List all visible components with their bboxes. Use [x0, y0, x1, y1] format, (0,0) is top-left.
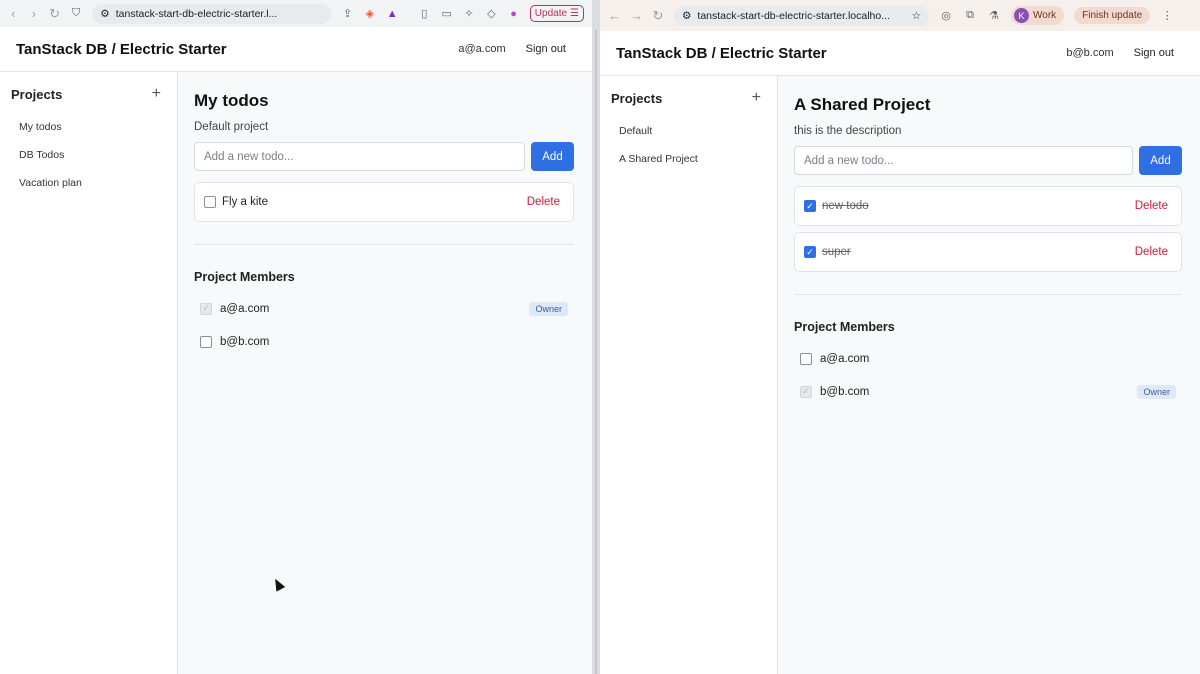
update-button[interactable]: Update ☰: [529, 5, 584, 22]
app-title: TanStack DB / Electric Starter: [616, 44, 827, 62]
owner-badge: Owner: [1137, 384, 1176, 399]
member-row: ✓ b@b.com Owner: [794, 375, 1182, 408]
member-checkbox: ✓: [200, 302, 212, 315]
sign-out-button[interactable]: Sign out: [1134, 47, 1174, 59]
todo-checkbox[interactable]: ✓: [804, 246, 816, 258]
member-email: a@a.com: [820, 352, 870, 365]
user-email: b@b.com: [1066, 47, 1114, 59]
delete-todo-button[interactable]: Delete: [527, 196, 560, 208]
project-description: Default project: [194, 121, 269, 133]
member-email: a@a.com: [220, 302, 270, 315]
owner-badge: Owner: [529, 301, 568, 316]
wallet-icon[interactable]: ▭: [441, 7, 453, 20]
reload-icon[interactable]: ↻: [652, 8, 664, 24]
member-checkbox[interactable]: [200, 335, 212, 348]
member-row: b@b.com: [194, 325, 574, 358]
todo-text: Fly a kite: [222, 196, 269, 208]
project-description: this is the description: [794, 125, 902, 137]
vpn-icon[interactable]: ◇: [485, 7, 497, 20]
profile-button[interactable]: K Work: [1011, 6, 1065, 25]
back-icon[interactable]: ‹: [8, 6, 19, 21]
member-row: ✓ a@a.com Owner: [194, 292, 574, 325]
new-todo-input[interactable]: Add a new todo...: [194, 142, 525, 171]
url-text: tanstack-start-db-electric-starter.local…: [697, 9, 890, 22]
members-heading: Project Members: [194, 270, 295, 284]
sidebar-item-my-todos[interactable]: My todos: [0, 115, 177, 143]
projects-sidebar: Projects + Default A Shared Project: [600, 76, 778, 674]
url-text: tanstack-start-db-electric-starter.l...: [115, 7, 278, 20]
divider: [194, 244, 574, 245]
menu-icon: ☰: [570, 8, 579, 19]
project-main: A Shared Project this is the description…: [778, 76, 1200, 674]
add-project-icon[interactable]: +: [752, 89, 761, 107]
window-divider[interactable]: [592, 0, 600, 674]
delete-todo-button[interactable]: Delete: [1135, 246, 1168, 258]
sidebar-item-a-shared-project[interactable]: A Shared Project: [600, 147, 777, 175]
new-todo-input[interactable]: Add a new todo...: [794, 146, 1133, 175]
member-email: b@b.com: [220, 335, 270, 348]
extension-icon[interactable]: ●: [507, 8, 519, 20]
reload-icon[interactable]: ↻: [49, 6, 60, 22]
add-todo-button[interactable]: Add: [531, 142, 574, 171]
leo-ai-icon[interactable]: ✧: [463, 7, 475, 20]
add-todo-button[interactable]: Add: [1139, 146, 1182, 175]
member-email: b@b.com: [820, 385, 870, 398]
projects-sidebar: Projects + My todos DB Todos Vacation pl…: [0, 72, 178, 674]
todo-item: Fly a kite Delete: [194, 182, 574, 222]
labs-flask-icon[interactable]: ⚗: [987, 9, 1001, 22]
project-title: My todos: [194, 91, 269, 110]
app-header: TanStack DB / Electric Starter b@b.com S…: [600, 31, 1200, 76]
sidebar-icon[interactable]: ▯: [418, 7, 430, 20]
back-icon[interactable]: ←: [608, 8, 621, 23]
extension-icon[interactable]: ◎: [939, 9, 953, 22]
right-browser-window: ← → ↻ ⚙ tanstack-start-db-electric-start…: [600, 0, 1200, 674]
sign-out-button[interactable]: Sign out: [526, 43, 566, 55]
app-header: TanStack DB / Electric Starter a@a.com S…: [0, 27, 592, 72]
todo-item: ✓ super Delete: [794, 232, 1182, 272]
address-bar[interactable]: ⚙ tanstack-start-db-electric-starter.loc…: [674, 5, 929, 26]
todo-text: super: [822, 246, 851, 258]
divider: [794, 294, 1182, 295]
todo-item: ✓ new todo Delete: [794, 186, 1182, 226]
finish-update-button[interactable]: Finish update: [1074, 7, 1151, 24]
profile-avatar: K: [1014, 8, 1029, 23]
left-browser-window: ‹ › ↻ ⛉ ⚙ tanstack-start-db-electric-sta…: [0, 0, 592, 674]
site-settings-icon[interactable]: ⚙: [682, 10, 691, 22]
more-menu-icon[interactable]: ⋮: [1160, 9, 1174, 22]
member-row: a@a.com: [794, 342, 1182, 375]
sidebar-title: Projects: [11, 86, 63, 102]
brave-rewards-icon[interactable]: ▲: [386, 8, 398, 20]
todo-checkbox[interactable]: [204, 196, 216, 208]
site-settings-icon[interactable]: ⚙: [100, 8, 109, 20]
project-main: My todos Default project Add a new todo.…: [178, 72, 592, 674]
forward-icon[interactable]: →: [630, 8, 643, 23]
member-checkbox: ✓: [800, 385, 812, 398]
delete-todo-button[interactable]: Delete: [1135, 200, 1168, 212]
browser-toolbar: ← → ↻ ⚙ tanstack-start-db-electric-start…: [600, 0, 1200, 31]
user-email: a@a.com: [458, 43, 506, 55]
sidebar-item-default[interactable]: Default: [600, 119, 777, 147]
todo-text: new todo: [822, 200, 869, 212]
forward-icon[interactable]: ›: [29, 6, 40, 21]
add-project-icon[interactable]: +: [152, 85, 161, 103]
puzzle-icon[interactable]: ⧉: [963, 9, 977, 22]
app-title: TanStack DB / Electric Starter: [16, 40, 227, 58]
sidebar-item-db-todos[interactable]: DB Todos: [0, 143, 177, 171]
bookmark-icon[interactable]: ⛉: [70, 7, 82, 20]
members-heading: Project Members: [794, 320, 895, 334]
share-icon[interactable]: ⇪: [341, 7, 353, 20]
sidebar-item-vacation-plan[interactable]: Vacation plan: [0, 171, 177, 199]
browser-toolbar: ‹ › ↻ ⛉ ⚙ tanstack-start-db-electric-sta…: [0, 0, 592, 27]
bookmark-star-icon[interactable]: ☆: [912, 10, 921, 22]
address-bar[interactable]: ⚙ tanstack-start-db-electric-starter.l..…: [92, 3, 332, 24]
todo-checkbox[interactable]: ✓: [804, 200, 816, 212]
project-title: A Shared Project: [794, 95, 931, 114]
member-checkbox[interactable]: [800, 352, 812, 365]
sidebar-title: Projects: [611, 90, 663, 106]
brave-shields-icon[interactable]: ◈: [364, 7, 376, 20]
